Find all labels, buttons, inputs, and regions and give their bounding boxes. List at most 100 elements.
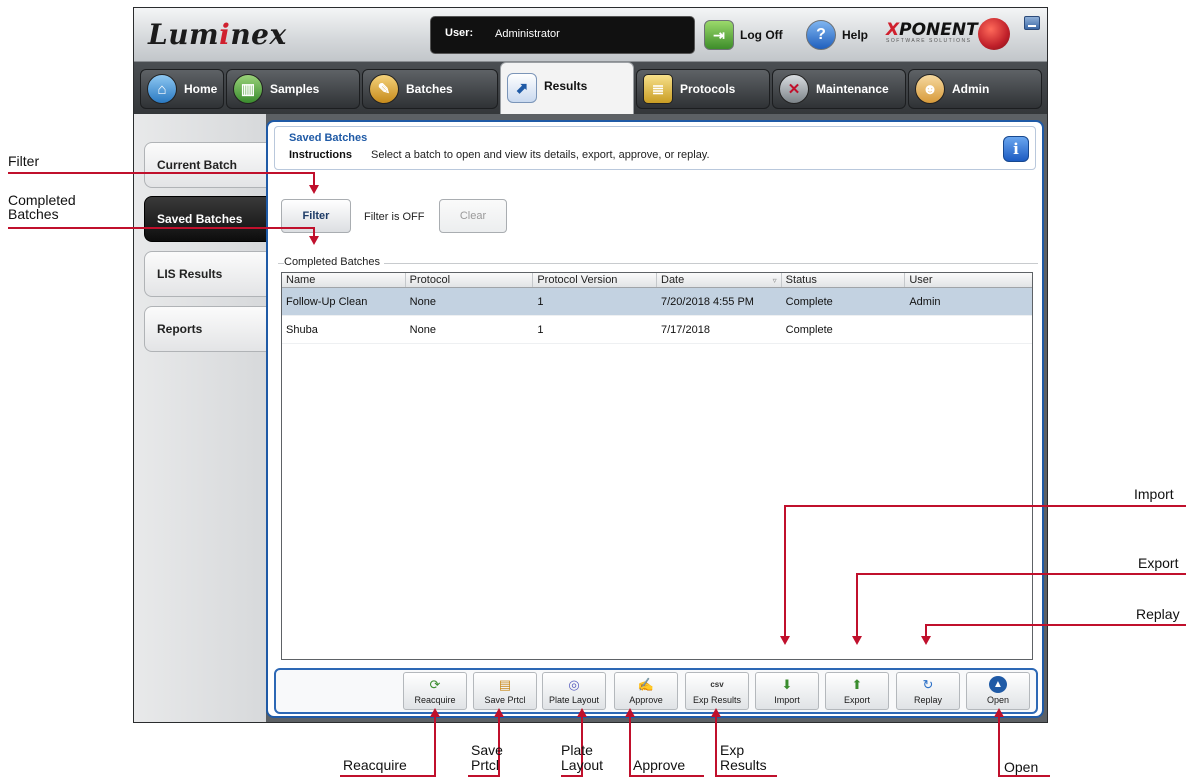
- callout-replay: Replay: [1136, 606, 1180, 622]
- cell-name: Follow-Up Clean: [286, 295, 368, 308]
- callout-line: [715, 716, 717, 776]
- export-csv-icon: csv: [710, 679, 724, 689]
- help-button[interactable]: ? Help: [806, 18, 868, 52]
- cell-protocol-version: 1: [537, 295, 544, 308]
- callout-line: [434, 716, 436, 776]
- cell-date: 7/20/2018 4:55 PM: [661, 295, 754, 308]
- callout-arrow-icon: [921, 636, 931, 645]
- reacquire-icon: ⟳: [429, 677, 441, 692]
- column-header-protocol-version[interactable]: Protocol Version: [533, 273, 657, 287]
- callout-save-prtcl: Save Prtcl: [471, 743, 503, 773]
- side-tab-reports[interactable]: Reports: [144, 306, 266, 352]
- callout-line: [340, 775, 436, 777]
- export-label: Export: [843, 695, 870, 705]
- column-header-protocol[interactable]: Protocol: [406, 273, 534, 287]
- clear-button[interactable]: Clear: [439, 199, 507, 233]
- export-results-label: Exp Results: [692, 695, 742, 705]
- column-header-status[interactable]: Status: [782, 273, 906, 287]
- side-tab-label: Saved Batches: [157, 212, 243, 226]
- side-tab-saved-batches[interactable]: Saved Batches: [144, 196, 266, 242]
- column-header-name[interactable]: Name: [282, 273, 406, 287]
- callout-arrow-icon: [309, 236, 319, 245]
- protocols-icon: ≣: [643, 74, 673, 104]
- callout-line: [856, 573, 1186, 575]
- user-name: Administrator: [495, 28, 560, 40]
- replay-label: Replay: [913, 695, 942, 705]
- side-tab-lis-results[interactable]: LIS Results: [144, 251, 266, 297]
- saved-batches-panel: Saved Batches Instructions Select a batc…: [266, 120, 1044, 718]
- page-title: Saved Batches: [289, 132, 368, 144]
- callout-line: [856, 573, 858, 638]
- help-label: Help: [842, 28, 869, 42]
- table-header: Name Protocol Protocol Version Date ▿ Sta…: [282, 273, 1032, 288]
- callout-export: Export: [1138, 555, 1179, 571]
- callout-plate-layout: Plate Layout: [561, 743, 603, 773]
- tab-samples[interactable]: ▥ Samples: [226, 69, 360, 109]
- export-results-button[interactable]: csv Exp Results: [685, 672, 749, 710]
- callout-arrow-icon: [852, 636, 862, 645]
- instructions-box: Saved Batches Instructions Select a batc…: [274, 126, 1036, 170]
- callout-line: [313, 227, 315, 236]
- xponent-subtitle: SOFTWARE SOLUTIONS: [886, 38, 972, 44]
- instructions-label: Instructions: [289, 149, 352, 161]
- tab-admin[interactable]: ☻ Admin: [908, 69, 1042, 109]
- callout-exp-results: Exp Results: [720, 743, 767, 773]
- callout-line: [8, 172, 315, 174]
- logoff-label: Log Off: [740, 28, 783, 42]
- samples-icon: ▥: [233, 74, 263, 104]
- tab-results[interactable]: ⬈ Results: [500, 62, 634, 114]
- reacquire-button[interactable]: ⟳ Reacquire: [403, 672, 467, 710]
- cell-status: Complete: [785, 323, 833, 336]
- approve-label: Approve: [629, 695, 663, 705]
- tab-maintenance-label: Maintenance: [816, 82, 889, 96]
- home-icon: ⌂: [147, 74, 177, 104]
- plate-layout-button[interactable]: ◎ Plate Layout: [542, 672, 606, 710]
- table-row[interactable]: Follow-Up Clean None 1 7/20/2018 4:55 PM…: [282, 288, 1032, 316]
- column-header-date[interactable]: Date ▿: [657, 273, 782, 287]
- help-question-icon: ?: [806, 20, 836, 50]
- side-tab-label: LIS Results: [157, 267, 223, 281]
- tab-batches-label: Batches: [406, 82, 453, 96]
- import-button[interactable]: ⬇ Import: [755, 672, 819, 710]
- minimize-button[interactable]: [1024, 16, 1040, 30]
- callout-text: Prtcl: [471, 757, 499, 773]
- callout-line: [313, 172, 315, 186]
- info-icon[interactable]: i: [1003, 136, 1029, 162]
- user-box: User: Administrator: [430, 16, 695, 54]
- export-icon: ⬆: [851, 677, 863, 692]
- save-protocol-button[interactable]: ▤ Save Prtcl: [473, 672, 537, 710]
- open-icon: ▲: [989, 676, 1007, 693]
- callout-text: Plate: [561, 742, 593, 758]
- column-header-date-label: Date: [661, 274, 685, 286]
- callout-line: [629, 775, 704, 777]
- open-button[interactable]: ▲ Open: [966, 672, 1030, 710]
- callout-line: [561, 775, 583, 777]
- tab-batches[interactable]: ✎ Batches: [362, 69, 498, 109]
- app-window: Luminex User: Administrator ⇥ Log Off ? …: [133, 7, 1048, 723]
- logoff-button[interactable]: ⇥ Log Off: [704, 18, 783, 52]
- tab-protocols[interactable]: ≣ Protocols: [636, 69, 770, 109]
- cell-status: Complete: [785, 295, 833, 308]
- column-header-user[interactable]: User: [905, 273, 1032, 287]
- completed-batches-table: Name Protocol Protocol Version Date ▿ Sta…: [281, 272, 1033, 660]
- sort-arrow-icon: ▿: [772, 276, 777, 285]
- approve-icon: ✍: [637, 677, 655, 692]
- group-divider: [278, 263, 1038, 264]
- side-tab-current-batch[interactable]: Current Batch: [144, 142, 266, 188]
- tab-maintenance[interactable]: ✕ Maintenance: [772, 69, 906, 109]
- callout-line: [784, 505, 1186, 507]
- callout-arrow-icon: [780, 636, 790, 645]
- callout-filter: Filter: [8, 153, 40, 169]
- replay-icon: ↻: [922, 677, 934, 692]
- callout-import: Import: [1134, 486, 1174, 502]
- approve-button[interactable]: ✍ Approve: [614, 672, 678, 710]
- table-row[interactable]: Shuba None 1 7/17/2018 Complete: [282, 316, 1032, 344]
- cell-date: 7/17/2018: [661, 323, 710, 336]
- tab-home[interactable]: ⌂ Home: [140, 69, 224, 109]
- callout-line: [468, 775, 500, 777]
- cell-protocol: None: [409, 295, 436, 308]
- title-bar: Luminex User: Administrator ⇥ Log Off ? …: [134, 8, 1047, 62]
- replay-button[interactable]: ↻ Replay: [896, 672, 960, 710]
- export-button[interactable]: ⬆ Export: [825, 672, 889, 710]
- side-tab-label: Reports: [157, 322, 203, 336]
